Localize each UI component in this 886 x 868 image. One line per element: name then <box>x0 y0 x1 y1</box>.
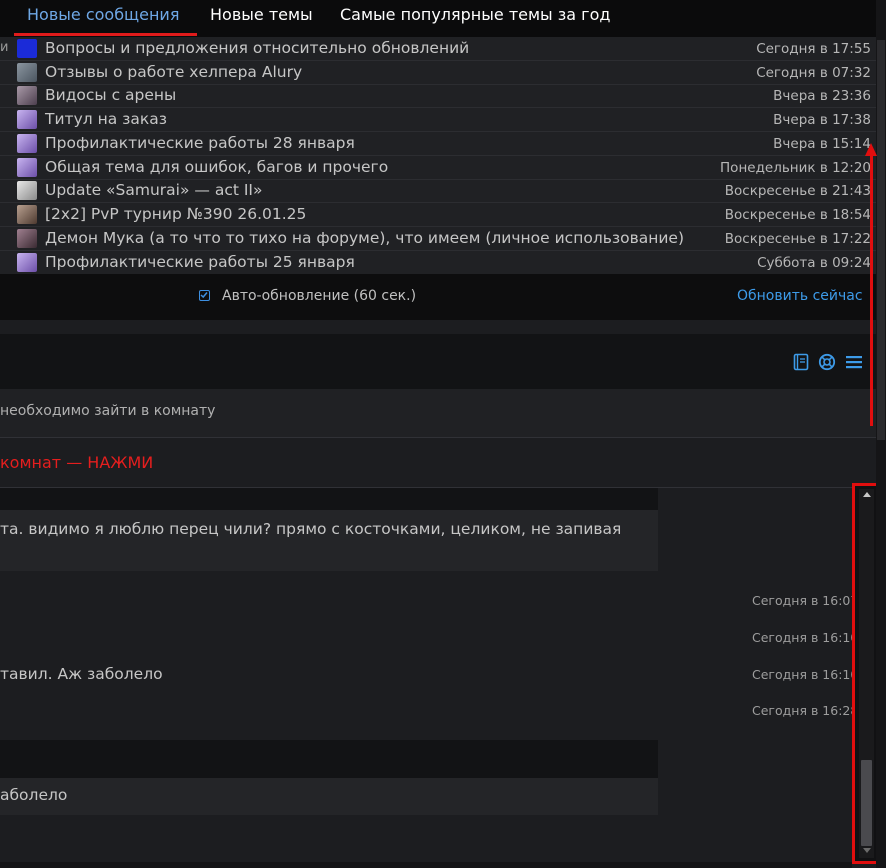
topic-row[interactable]: Видосы с арены Вчера в 23:36 <box>0 84 876 108</box>
message-text: аболело <box>0 786 68 804</box>
rooms-bar: комнат — НАЖМИ <box>0 438 876 488</box>
section-gap <box>0 320 876 334</box>
topic-date: Вчера в 23:36 <box>773 88 871 104</box>
topic-row[interactable]: Отзывы о работе хелпера Alury Сегодня в … <box>0 61 876 85</box>
topic-date: Вчера в 15:14 <box>773 136 871 152</box>
tab-new-topics[interactable]: Новые темы <box>210 4 313 26</box>
avatar[interactable] <box>17 39 37 58</box>
topic-row[interactable]: Update «Samurai» — act II» Воскресенье в… <box>0 179 876 203</box>
topic-date: Воскресенье в 21:43 <box>724 183 871 199</box>
scrollbar-thumb[interactable] <box>861 760 872 846</box>
chat-messages: та. видимо я люблю перец чили? прямо с к… <box>0 488 858 868</box>
tab-new-posts[interactable]: Новые сообщения <box>27 4 179 26</box>
avatar[interactable] <box>17 181 37 200</box>
avatar[interactable] <box>17 134 37 153</box>
auto-refresh-checkbox[interactable] <box>199 290 210 301</box>
chat-notice: необходимо зайти в комнату <box>0 389 876 438</box>
topic-title[interactable]: Видосы с арены <box>45 85 176 106</box>
notice-text: необходимо зайти в комнату <box>0 403 216 419</box>
tab-bar: Новые сообщения Новые темы Самые популяр… <box>0 0 876 37</box>
checkmark-icon <box>200 292 208 299</box>
avatar[interactable] <box>17 205 37 224</box>
topic-title[interactable]: Отзывы о работе хелпера Alury <box>45 62 302 83</box>
topic-title[interactable]: Вопросы и предложения относительно обнов… <box>45 38 469 59</box>
refresh-now-link[interactable]: Обновить сейчас <box>737 288 863 304</box>
cut-off-text: и <box>0 40 9 55</box>
topic-date: Сегодня в 17:55 <box>756 41 871 57</box>
active-tab-indicator <box>14 33 197 36</box>
message-time: Сегодня в 16:10 <box>752 630 859 645</box>
auto-refresh-label[interactable]: Авто-обновление (60 сек.) <box>222 288 416 304</box>
topic-row[interactable]: Профилактические работы 28 января Вчера … <box>0 132 876 156</box>
quote-header <box>0 740 658 778</box>
topic-title[interactable]: Демон Мука (а то что то тихо на форуме),… <box>45 228 684 249</box>
message-bubble: та. видимо я люблю перец чили? прямо с к… <box>0 510 658 571</box>
topic-date: Суббота в 09:24 <box>757 255 871 271</box>
topic-title[interactable]: Общая тема для ошибок, багов и прочего <box>45 157 388 178</box>
message-time: Сегодня в 16:07 <box>752 593 859 608</box>
avatar[interactable] <box>17 63 37 82</box>
message-text: та. видимо я люблю перец чили? прямо с к… <box>0 520 622 538</box>
scroll-up-arrow-icon[interactable] <box>863 492 871 497</box>
lifebuoy-icon[interactable] <box>818 353 836 371</box>
topic-row[interactable]: [2x2] PvP турнир №390 26.01.25 Воскресен… <box>0 203 876 227</box>
chat-header <box>0 334 876 389</box>
topic-list: и Вопросы и предложения относительно обн… <box>0 37 876 274</box>
topic-row[interactable]: Профилактические работы 25 января Суббот… <box>0 251 876 274</box>
message-bubble: аболело <box>0 778 658 815</box>
avatar[interactable] <box>17 110 37 129</box>
message-text: тавил. Аж заболело <box>0 665 163 683</box>
quote-header <box>0 488 658 510</box>
tab-popular-topics[interactable]: Самые популярные темы за год <box>340 4 610 26</box>
scroll-down-arrow-icon[interactable] <box>863 848 871 853</box>
topic-title[interactable]: Титул на заказ <box>45 109 167 130</box>
message-time: Сегодня в 16:28 <box>752 703 859 718</box>
topic-row[interactable]: и Вопросы и предложения относительно обн… <box>0 37 876 61</box>
avatar[interactable] <box>17 86 37 105</box>
page-scrollbar-thumb[interactable] <box>877 40 885 440</box>
topic-date: Вчера в 17:38 <box>773 112 871 128</box>
annotation-arrow-shaft <box>870 152 873 426</box>
topic-date: Воскресенье в 17:22 <box>724 231 871 247</box>
topic-row[interactable]: Титул на заказ Вчера в 17:38 <box>0 108 876 132</box>
avatar[interactable] <box>17 229 37 248</box>
topic-row[interactable]: Демон Мука (а то что то тихо на форуме),… <box>0 227 876 251</box>
topic-date: Понедельник в 12:20 <box>720 160 871 176</box>
avatar[interactable] <box>17 158 37 177</box>
book-icon[interactable] <box>792 353 810 371</box>
menu-icon[interactable] <box>845 353 863 371</box>
rooms-link[interactable]: комнат — НАЖМИ <box>0 453 153 472</box>
topic-title[interactable]: Update «Samurai» — act II» <box>45 180 262 201</box>
topic-title[interactable]: Профилактические работы 28 января <box>45 133 355 154</box>
topic-title[interactable]: Профилактические работы 25 января <box>45 252 355 273</box>
chat-input-edge <box>0 862 852 868</box>
topic-date: Воскресенье в 18:54 <box>724 207 871 223</box>
annotation-arrow-head-icon <box>865 143 877 156</box>
topic-title[interactable]: [2x2] PvP турнир №390 26.01.25 <box>45 204 306 225</box>
avatar[interactable] <box>17 253 37 272</box>
topic-row[interactable]: Общая тема для ошибок, багов и прочего П… <box>0 156 876 180</box>
topic-date: Сегодня в 07:32 <box>756 65 871 81</box>
message-time: Сегодня в 16:10 <box>752 667 859 682</box>
